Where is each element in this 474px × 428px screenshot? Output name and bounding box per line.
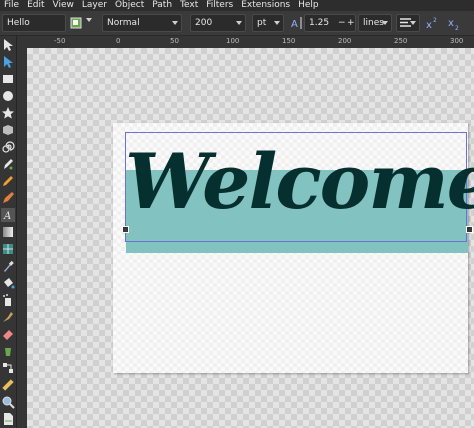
menu-extensions[interactable]: Extensions: [237, 0, 294, 11]
ruler-label: 0: [116, 37, 121, 45]
line-height-input[interactable]: 1.25 − +: [304, 14, 356, 32]
line-height-value: 1.25: [309, 18, 330, 28]
font-family-dropdown-icon[interactable]: [86, 18, 92, 22]
menu-edit[interactable]: Edit: [23, 0, 48, 11]
ruler-label: 50: [170, 37, 179, 45]
selector-icon[interactable]: [1, 38, 15, 52]
menu-layer[interactable]: Layer: [78, 0, 111, 11]
toolbox: A: [0, 36, 17, 428]
paint-bucket-icon[interactable]: [1, 276, 15, 290]
unit-select[interactable]: pt: [252, 14, 284, 32]
svg-text:x: x: [426, 20, 432, 31]
chevron-down-icon: [382, 21, 388, 25]
pencil-icon[interactable]: [1, 174, 15, 188]
bucket-fill-icon[interactable]: [1, 344, 15, 358]
node-icon[interactable]: [1, 55, 15, 69]
chevron-down-icon: [172, 21, 178, 25]
gradient-icon[interactable]: [1, 225, 15, 239]
ruler-label: -50: [54, 37, 66, 45]
font-family-input[interactable]: Hello: [2, 14, 66, 32]
page-icon[interactable]: [1, 412, 15, 426]
chevron-down-icon: [410, 21, 416, 25]
ruler-label: 150: [282, 37, 296, 45]
spray-icon[interactable]: [1, 293, 15, 307]
zoom-icon[interactable]: [1, 395, 15, 409]
menu-text[interactable]: Text: [176, 0, 202, 11]
pen-icon[interactable]: [1, 157, 15, 171]
alignment-select[interactable]: [396, 14, 420, 32]
menu-path[interactable]: Path: [148, 0, 176, 11]
plus-button[interactable]: +: [347, 15, 355, 31]
menu-help[interactable]: Help: [294, 0, 323, 11]
mesh-icon[interactable]: [1, 242, 15, 256]
spacing-mode-value: lines: [363, 18, 384, 28]
box3d-icon[interactable]: [1, 123, 15, 137]
welcome-text-object[interactable]: Welcome: [125, 122, 474, 242]
menu-filters[interactable]: Filters: [202, 0, 237, 11]
menu-object[interactable]: Object: [111, 0, 148, 11]
font-list-icon[interactable]: [68, 15, 84, 31]
chevron-down-icon: [274, 21, 280, 25]
minus-button[interactable]: −: [338, 15, 346, 31]
svg-text:A: A: [3, 211, 11, 222]
eraser-icon[interactable]: [1, 327, 15, 341]
menu-bar: File Edit View Layer Object Path Text Fi…: [0, 0, 474, 11]
menu-file[interactable]: File: [0, 0, 23, 11]
unit-value: pt: [257, 18, 267, 28]
font-size-select[interactable]: 200: [190, 14, 246, 32]
ruler-label: 100: [226, 37, 240, 45]
font-style-value: Normal: [107, 18, 140, 28]
chevron-down-icon: [236, 21, 242, 25]
text-handle-right[interactable]: [466, 226, 473, 233]
ruler-label: 250: [394, 37, 408, 45]
circle-icon[interactable]: [1, 89, 15, 103]
calligraphy-icon[interactable]: [1, 191, 15, 205]
font-style-select[interactable]: Normal: [102, 14, 182, 32]
text-handle-left[interactable]: [122, 226, 129, 233]
menu-view[interactable]: View: [49, 0, 78, 11]
font-size-value: 200: [195, 18, 213, 28]
connector-icon[interactable]: [1, 361, 15, 375]
tweak-icon[interactable]: [1, 310, 15, 324]
ruler-label: 200: [338, 37, 352, 45]
dropper-icon[interactable]: [1, 259, 15, 273]
line-spacing-icon: A: [288, 15, 304, 31]
spacing-mode-select[interactable]: lines: [358, 14, 392, 32]
svg-text:2: 2: [455, 25, 459, 31]
svg-text:A: A: [291, 19, 298, 30]
ruler-label: 300: [450, 37, 464, 45]
svg-text:x: x: [448, 18, 454, 29]
rect-icon[interactable]: [1, 72, 15, 86]
measure-icon[interactable]: [1, 378, 15, 392]
text-tool-controls: Hello Normal 200 pt A 1.25 − + lines x2: [0, 11, 474, 36]
text-icon[interactable]: A: [1, 208, 15, 222]
superscript-icon[interactable]: x2: [424, 15, 440, 31]
svg-text:2: 2: [433, 17, 437, 24]
subscript-icon[interactable]: x2: [446, 15, 462, 32]
drawing-canvas[interactable]: Welcome: [27, 48, 474, 428]
star-icon[interactable]: [1, 106, 15, 120]
spiral-icon[interactable]: [1, 140, 15, 154]
